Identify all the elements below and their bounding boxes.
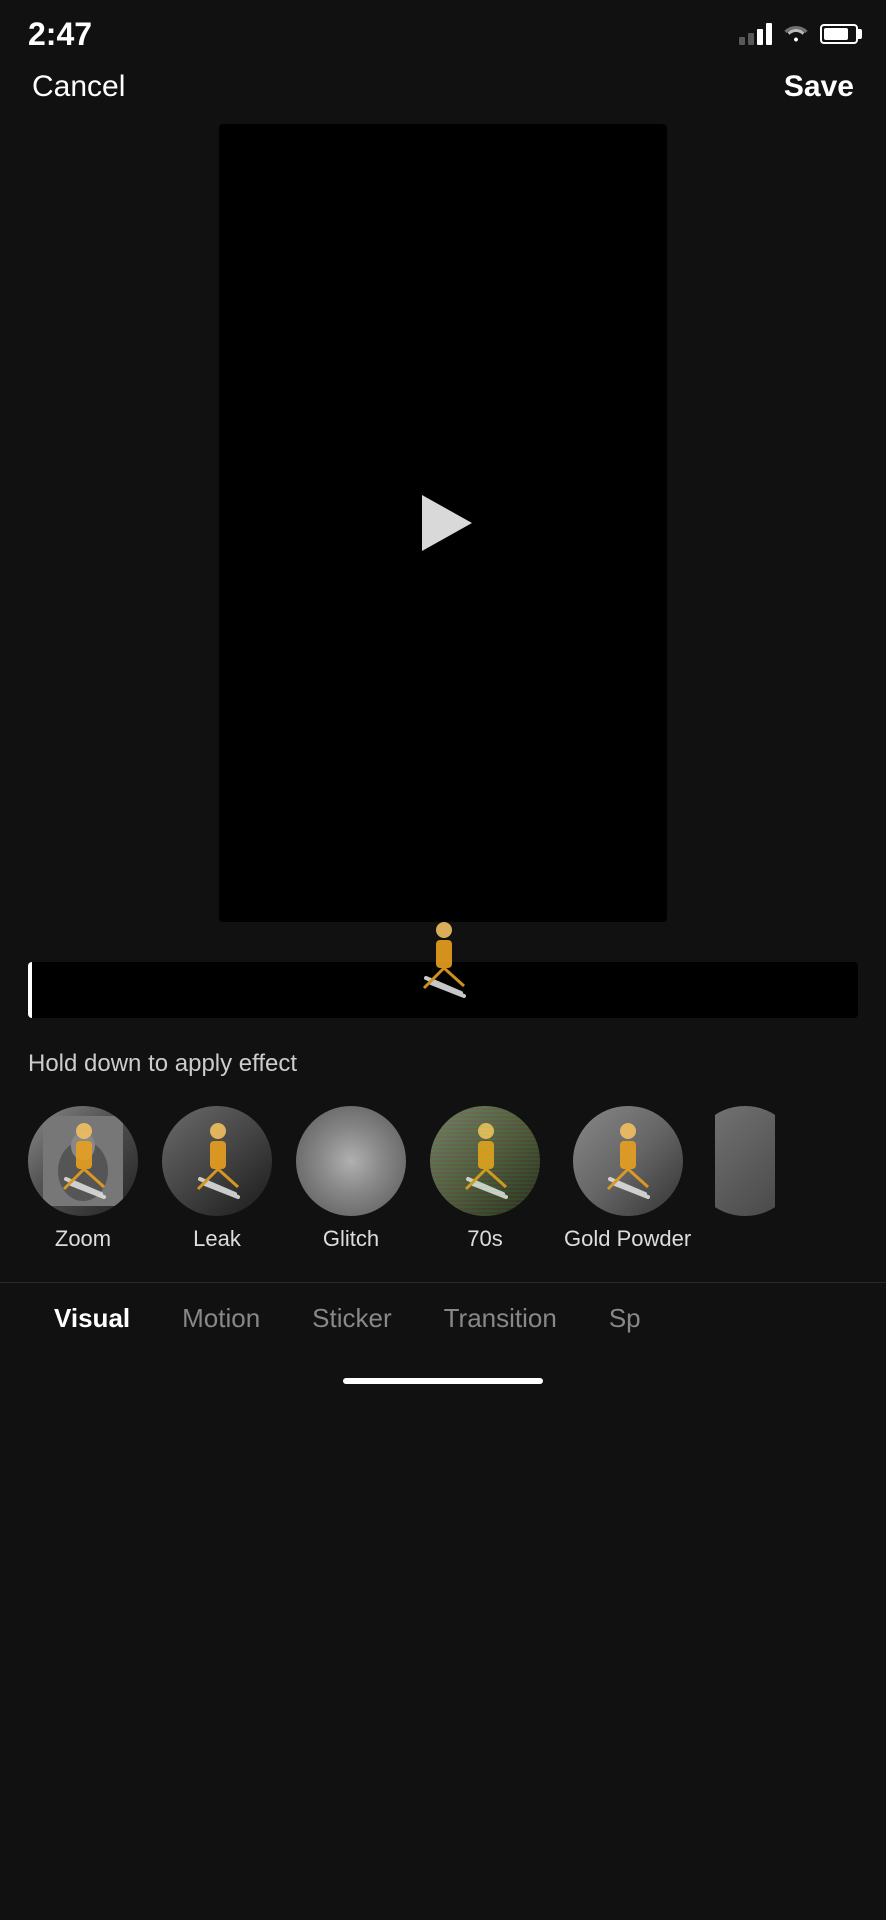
effects-row: Zoom Leak Glitch	[0, 1078, 886, 1272]
effect-partial-thumbnail	[715, 1106, 775, 1216]
effect-partial[interactable]	[715, 1106, 775, 1252]
